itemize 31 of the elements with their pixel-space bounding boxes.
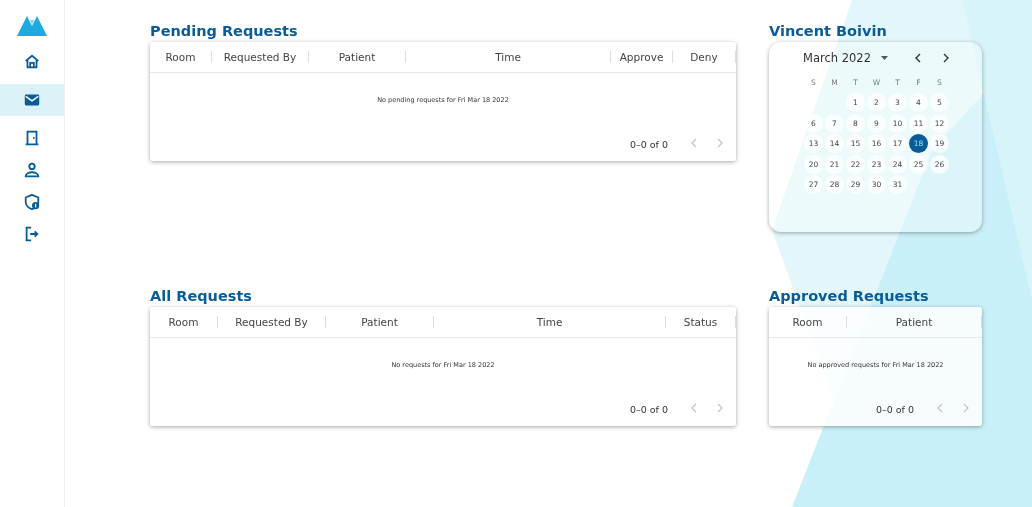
column-header[interactable]: Time xyxy=(406,51,611,63)
page-range: 0–0 of 0 xyxy=(629,138,668,150)
caret-icon xyxy=(881,56,888,60)
user-name: Vincent Boivin xyxy=(769,22,888,40)
page-range: 0–0 of 0 xyxy=(629,403,668,415)
month-dropdown[interactable]: March 2022 xyxy=(803,51,888,65)
shield-icon xyxy=(23,193,41,211)
page-range: 0–0 of 0 xyxy=(875,403,914,415)
section-title: Approved Requests xyxy=(769,287,930,305)
column-header[interactable]: Requested By xyxy=(212,51,309,63)
nav-item[interactable] xyxy=(0,84,64,116)
door-icon xyxy=(23,129,41,147)
previous-month-button[interactable] xyxy=(914,53,922,63)
section-title: Pending Requests xyxy=(150,22,299,40)
column-header[interactable]: Room xyxy=(769,316,847,328)
column-header[interactable]: Status xyxy=(666,316,736,328)
column-header[interactable]: Deny xyxy=(673,51,736,63)
column-header[interactable]: Time xyxy=(434,316,666,328)
column-header[interactable]: Patient xyxy=(309,51,406,63)
logout-icon xyxy=(23,225,41,243)
person-icon xyxy=(23,161,41,179)
home-icon xyxy=(23,53,41,71)
next-month-button[interactable] xyxy=(942,53,950,63)
column-header[interactable]: Patient xyxy=(326,316,434,328)
column-header[interactable]: Patient xyxy=(847,316,982,328)
column-header[interactable]: Approve xyxy=(611,51,673,63)
column-header[interactable]: Room xyxy=(150,51,212,63)
column-header[interactable]: Room xyxy=(150,316,218,328)
section-title: All Requests xyxy=(150,287,253,305)
logo-icon xyxy=(17,14,47,36)
column-header[interactable]: Requested By xyxy=(218,316,326,328)
